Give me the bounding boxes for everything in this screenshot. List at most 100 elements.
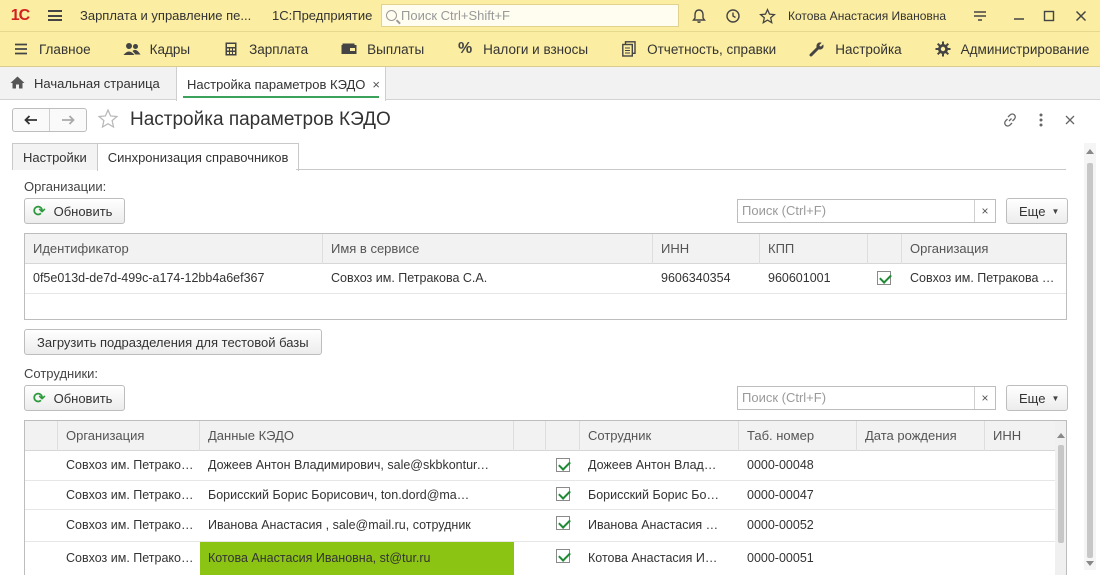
- menu-item-label: Настройка: [835, 41, 902, 57]
- chevron-down-icon: ▼: [1051, 206, 1060, 216]
- employees-search-placeholder: Поиск (Ctrl+F): [742, 390, 827, 405]
- employees-scrollbar[interactable]: [1055, 421, 1066, 575]
- cell-organization: Совхоз им. Петракова С.А.: [66, 518, 198, 532]
- menu-item-label: Зарплата: [249, 41, 309, 57]
- column-header-flag[interactable]: [868, 234, 902, 264]
- column-header-identifier[interactable]: Идентификатор: [25, 234, 323, 264]
- back-arrow-icon[interactable]: [13, 109, 49, 131]
- minimize-icon[interactable]: [1004, 0, 1034, 32]
- current-user-name[interactable]: Котова Анастасия Ивановна: [788, 0, 946, 32]
- column-header-employee[interactable]: Сотрудник: [580, 421, 739, 451]
- refresh-icon: ⟳: [33, 390, 46, 407]
- form-title: Настройка параметров КЭДО: [130, 109, 391, 130]
- orgs-search-input[interactable]: Поиск (Ctrl+F) ×: [737, 199, 996, 223]
- organizations-table: Идентификатор Имя в сервисе ИНН КПП Орга…: [24, 233, 1067, 320]
- platform-name: 1С:Предприятие: [272, 8, 373, 23]
- column-header-service-name[interactable]: Имя в сервисе: [323, 234, 653, 264]
- tab-home[interactable]: Начальная страница: [0, 67, 160, 100]
- sync-checkbox[interactable]: [556, 549, 570, 563]
- scroll-up-icon[interactable]: [1057, 433, 1065, 438]
- scrollbar-thumb[interactable]: [1087, 163, 1093, 558]
- favorites-star-icon[interactable]: [752, 0, 782, 32]
- history-icon[interactable]: [718, 0, 748, 32]
- table-row-selected[interactable]: Совхоз им. Петракова С.А. Котова Анастас…: [25, 542, 1066, 575]
- tab-settings[interactable]: Настройки: [12, 143, 98, 170]
- scrollbar-thumb[interactable]: [1058, 445, 1064, 543]
- orgs-more-button[interactable]: Еще ▼: [1006, 198, 1069, 224]
- column-header-inn[interactable]: ИНН: [985, 421, 1055, 451]
- column-header-extra[interactable]: [514, 421, 546, 451]
- close-form-icon[interactable]: [1058, 108, 1082, 132]
- menu-item-administration[interactable]: Администрирование: [914, 32, 1100, 67]
- cell-kpp: 960601001: [768, 271, 831, 285]
- link-icon[interactable]: [998, 108, 1022, 132]
- tab-home-label: Начальная страница: [34, 76, 160, 91]
- column-header-birth-date[interactable]: Дата рождения: [857, 421, 985, 451]
- cell-tab-number: 0000-00051: [747, 551, 814, 565]
- cell-kedo-data-highlighted[interactable]: Котова Анастасия Ивановна, st@tur.ru: [200, 542, 514, 575]
- column-header-marker[interactable]: [25, 421, 58, 451]
- tab-kedo-settings[interactable]: Настройка параметров КЭДО ×: [176, 67, 386, 101]
- clear-search-icon[interactable]: ×: [974, 200, 995, 222]
- forward-arrow-icon[interactable]: [49, 109, 86, 131]
- app-logo[interactable]: 1С: [0, 0, 40, 32]
- menu-item-settings[interactable]: Настройка: [788, 32, 913, 67]
- menu-item-label: Выплаты: [367, 41, 425, 57]
- sync-checkbox[interactable]: [556, 516, 570, 530]
- menu-item-payments[interactable]: Выплаты: [320, 32, 436, 67]
- table-row[interactable]: Совхоз им. Петракова С.А. Борисский Бори…: [25, 481, 1066, 510]
- menu-item-label: Налоги и взносы: [483, 41, 589, 57]
- cell-employee: Котова Анастасия Ивановна: [588, 551, 720, 565]
- table-row[interactable]: 0f5e013d-de7d-499c-a174-12bb4a6ef367 Сов…: [25, 264, 1066, 294]
- menu-item-reports[interactable]: Отчетность, справки: [600, 32, 788, 67]
- cell-organization: Совхоз им. Петракова С.А.: [910, 271, 1062, 285]
- form-scrollbar[interactable]: [1084, 143, 1096, 570]
- sync-checkbox[interactable]: [877, 271, 891, 285]
- column-header-kpp[interactable]: КПП: [760, 234, 868, 264]
- reports-icon: [620, 41, 638, 57]
- menu-item-hr[interactable]: Кадры: [103, 32, 202, 67]
- sync-checkbox[interactable]: [556, 458, 570, 472]
- column-header-inn[interactable]: ИНН: [653, 234, 760, 264]
- orgs-refresh-button[interactable]: ⟳ Обновить: [24, 198, 126, 224]
- clear-search-icon[interactable]: ×: [974, 387, 995, 409]
- employees-refresh-label: Обновить: [53, 390, 113, 406]
- orgs-refresh-label: Обновить: [53, 203, 113, 219]
- orgs-search-placeholder: Поиск (Ctrl+F): [742, 203, 827, 218]
- global-search-input[interactable]: Поиск Ctrl+Shift+F: [381, 4, 679, 27]
- logo-text: 1С: [10, 6, 30, 24]
- employees-more-button[interactable]: Еще ▼: [1006, 385, 1069, 411]
- scroll-up-icon[interactable]: [1086, 149, 1094, 154]
- column-header-organization[interactable]: Организация: [58, 421, 200, 451]
- table-row[interactable]: Совхоз им. Петракова С.А. Дожеев Антон В…: [25, 451, 1066, 481]
- notifications-bell-icon[interactable]: [684, 0, 714, 32]
- close-tab-icon[interactable]: ×: [372, 77, 380, 92]
- menu-item-taxes[interactable]: % Налоги и взносы: [436, 32, 600, 67]
- sync-checkbox[interactable]: [556, 487, 570, 501]
- maximize-icon[interactable]: [1034, 0, 1064, 32]
- employees-search-input[interactable]: Поиск (Ctrl+F) ×: [737, 386, 996, 410]
- employees-refresh-button[interactable]: ⟳ Обновить: [24, 385, 126, 411]
- cell-kedo-data: Иванова Анастасия , sale@mail.ru, сотруд…: [208, 518, 471, 532]
- table-row[interactable]: Совхоз им. Петракова С.А. Иванова Анаста…: [25, 510, 1066, 542]
- load-test-departments-button[interactable]: Загрузить подразделения для тестовой баз…: [24, 329, 322, 355]
- more-actions-icon[interactable]: [1029, 108, 1053, 132]
- column-header-kedo-data[interactable]: Данные КЭДО: [200, 421, 514, 451]
- cell-organization: Совхоз им. Петракова С.А.: [66, 458, 198, 472]
- column-header-tab-number[interactable]: Таб. номер: [739, 421, 857, 451]
- open-windows-bar: Начальная страница Настройка параметров …: [0, 67, 1100, 101]
- close-window-icon[interactable]: [1066, 0, 1096, 32]
- title-bar: 1С Зарплата и управление пе... 1С:Предпр…: [0, 0, 1100, 32]
- column-header-flag[interactable]: [546, 421, 580, 451]
- app-title: Зарплата и управление пе...: [80, 8, 252, 23]
- column-header-organization[interactable]: Организация: [902, 234, 1066, 264]
- add-to-favorites-star-icon[interactable]: [96, 108, 120, 132]
- settings-menu-icon[interactable]: [965, 0, 995, 32]
- employees-more-label: Еще: [1019, 390, 1046, 406]
- menu-item-salary[interactable]: Зарплата: [202, 32, 320, 67]
- scroll-down-icon[interactable]: [1086, 561, 1094, 566]
- tab-sync-directories[interactable]: Синхронизация справочников: [96, 143, 300, 171]
- menu-item-main[interactable]: Главное: [0, 32, 103, 67]
- main-menu-button[interactable]: [40, 0, 70, 32]
- wrench-icon: [808, 41, 826, 57]
